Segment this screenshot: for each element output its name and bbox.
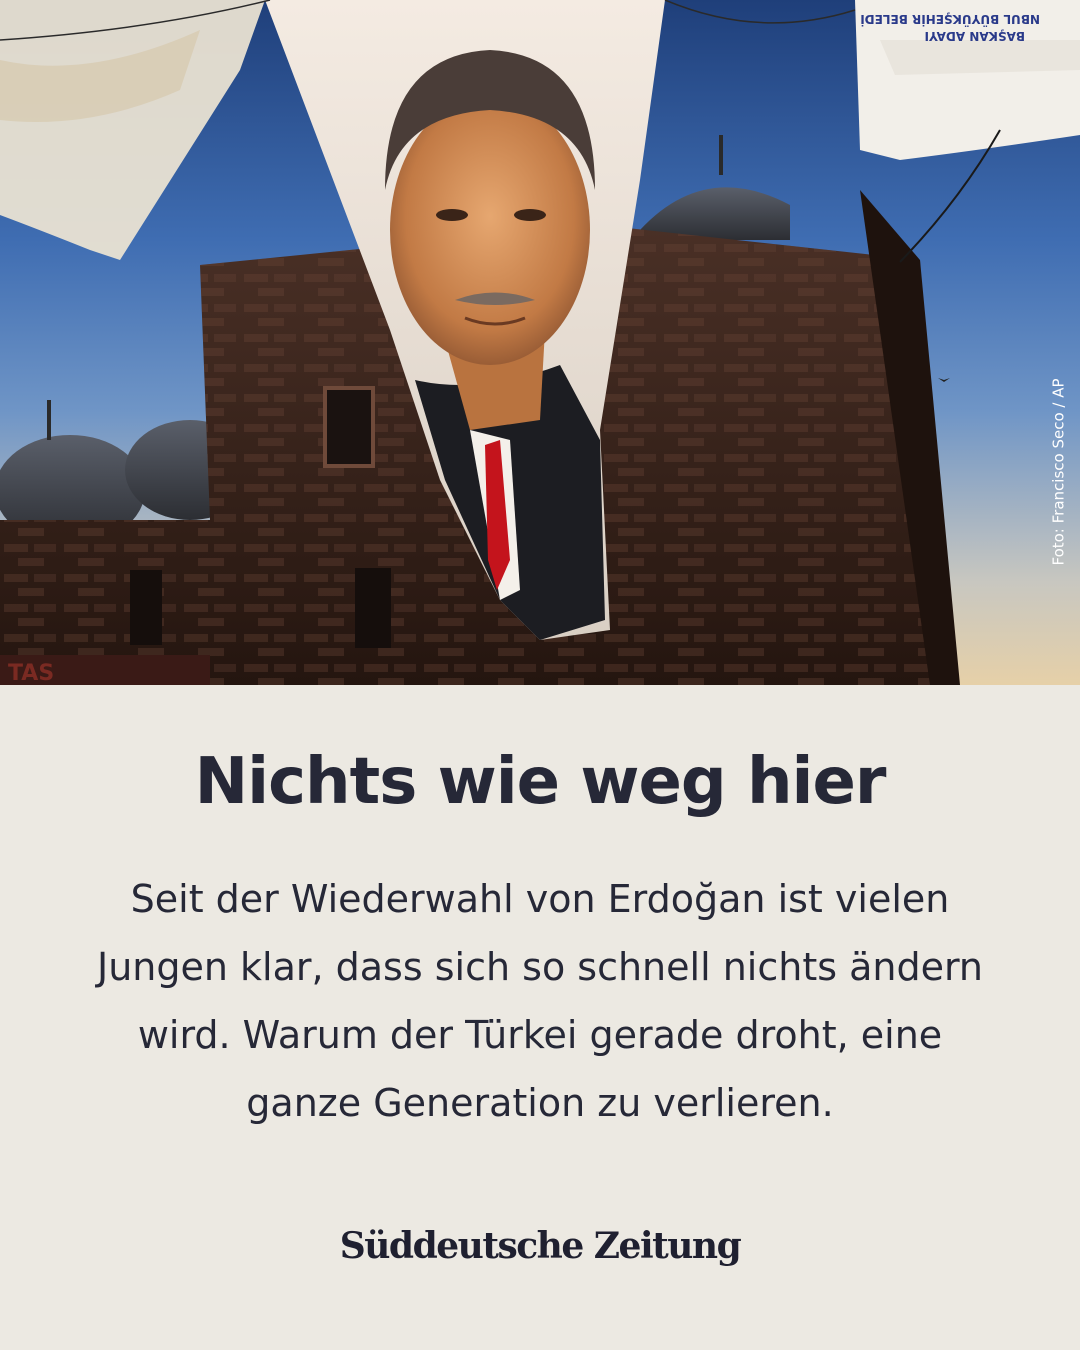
portrait-banner-photo: TAS NBUL BÜYÜKŞEHİR BELEDİ BAŞKAN ADAYI — [0, 0, 1080, 685]
brand-logo: Süddeutsche Zeitung — [339, 1225, 742, 1267]
photo-credit-text: Foto: Francisco Seco / AP — [1050, 378, 1069, 566]
teaser-text: Seit der Wiederwahl von Erdoğan ist viel… — [96, 877, 984, 1125]
shop-sign-text: TAS — [8, 661, 54, 685]
banner-text-1: NBUL BÜYÜKŞEHİR BELEDİ — [860, 12, 1040, 27]
text-panel: Nichts wie weg hier Seit der Wiederwahl … — [0, 685, 1080, 1350]
hero-photo: TAS NBUL BÜYÜKŞEHİR BELEDİ BAŞKAN ADAYI — [0, 0, 1080, 685]
headline: Nichts wie weg hier — [194, 745, 887, 819]
photo-credit: Foto: Francisco Seco / AP — [1044, 372, 1074, 572]
banner-text-2: BAŞKAN ADAYI — [925, 29, 1025, 43]
